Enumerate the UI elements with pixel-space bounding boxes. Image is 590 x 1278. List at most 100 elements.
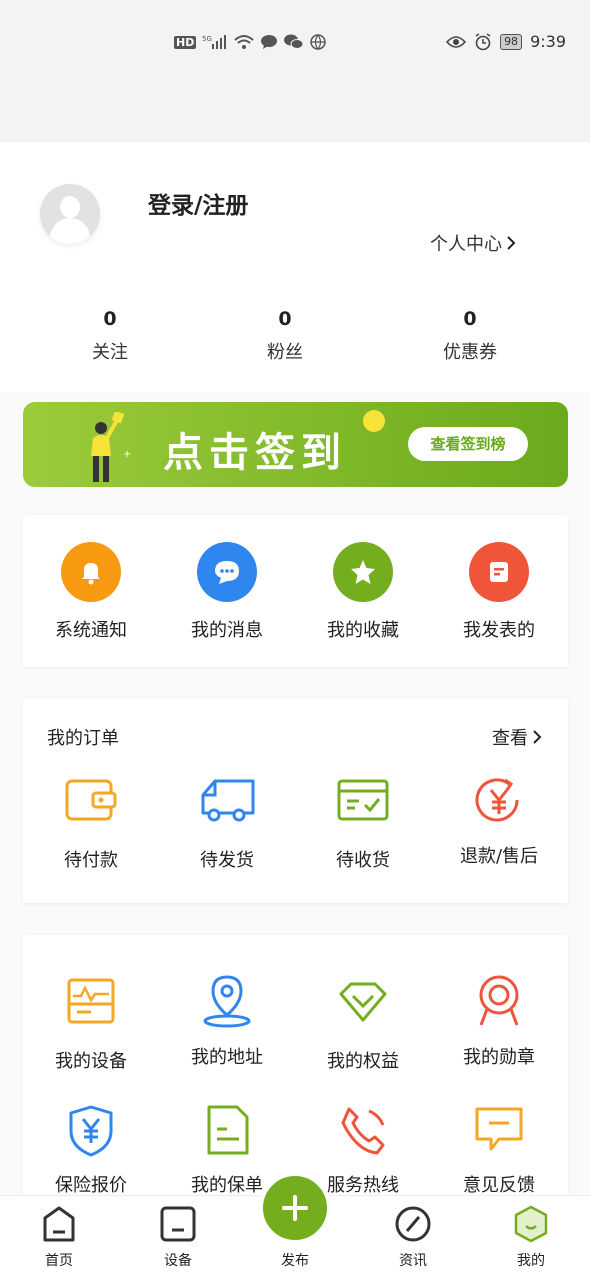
- quick-item-label: 我的消息: [191, 620, 263, 641]
- checkin-banner[interactable]: + + 点击签到 查看签到榜: [23, 402, 568, 487]
- clock: 9:39: [530, 32, 566, 51]
- status-right: 98 9:39: [446, 32, 566, 51]
- service-item-insurance-quote[interactable]: 保险报价: [23, 1103, 159, 1195]
- stat-label: 优惠券: [443, 342, 497, 363]
- service-item-label: 我的地址: [191, 1047, 263, 1068]
- stat-follow[interactable]: 0 关注: [50, 308, 170, 364]
- orders-view-label: 查看: [492, 728, 528, 749]
- svg-text:+: +: [123, 449, 131, 460]
- stat-fans[interactable]: 0 粉丝: [225, 308, 345, 364]
- alarm-icon: [475, 32, 491, 50]
- tab-news[interactable]: 资讯: [373, 1204, 453, 1270]
- post-icon: [469, 542, 529, 602]
- tab-devices[interactable]: 设备: [138, 1204, 218, 1270]
- service-item-label: 保险报价: [55, 1175, 127, 1195]
- quick-item-messages[interactable]: 我的消息: [159, 542, 295, 642]
- chevron-right-icon: [533, 730, 542, 744]
- status-bar: HD 5G 98 9:39: [0, 0, 590, 142]
- service-item-label: 我的权益: [327, 1051, 399, 1072]
- hd-icon: HD: [174, 35, 197, 49]
- battery-indicator: 98: [500, 33, 523, 50]
- diamond-icon: [331, 973, 395, 1029]
- login-register-link[interactable]: 登录/注册: [148, 186, 248, 220]
- orders-view-link[interactable]: 查看: [492, 724, 542, 750]
- service-item-label: 我的设备: [55, 1051, 127, 1072]
- quick-item-posts[interactable]: 我发表的: [431, 542, 567, 642]
- avatar[interactable]: [40, 184, 100, 244]
- orders-title: 我的订单: [47, 728, 119, 749]
- service-item-devices[interactable]: 我的设备: [23, 973, 159, 1073]
- home-icon: [43, 1206, 75, 1242]
- sun-decoration-icon: [363, 410, 385, 432]
- quick-item-label: 系统通知: [55, 620, 127, 641]
- wallet-icon: [59, 772, 123, 828]
- tab-label: 首页: [45, 1253, 73, 1269]
- chat-icon: [197, 542, 257, 602]
- compass-icon: [395, 1206, 431, 1242]
- order-item-label: 待发货: [200, 850, 254, 871]
- girl-illustration-icon: + +: [91, 412, 131, 482]
- location-icon: [195, 973, 259, 1029]
- box-icon: [331, 772, 395, 828]
- tab-mine[interactable]: 我的: [491, 1204, 571, 1270]
- message-icon: [261, 35, 278, 49]
- profile-tab-icon: [514, 1205, 548, 1243]
- stat-value: 0: [103, 308, 117, 330]
- order-item-label: 退款/售后: [459, 846, 539, 867]
- order-item-pending-shipment[interactable]: 待发货: [159, 772, 295, 872]
- device-tab-icon: [160, 1206, 196, 1242]
- shield-yen-icon: [59, 1103, 123, 1159]
- service-item-rights[interactable]: 我的权益: [295, 973, 431, 1073]
- service-item-label: 我的勋章: [463, 1047, 535, 1068]
- star-icon: [333, 542, 393, 602]
- tab-label: 设备: [164, 1253, 192, 1269]
- phone-icon: [331, 1103, 395, 1159]
- stat-label: 关注: [92, 342, 128, 363]
- personal-center-link[interactable]: 个人中心: [430, 230, 516, 256]
- medal-icon: [467, 973, 531, 1029]
- chevron-right-icon: [507, 236, 516, 250]
- orders-card: 我的订单 查看 待付款 待发货 待收货 退款/售后: [23, 698, 568, 903]
- feedback-icon: [467, 1103, 531, 1159]
- view-ranking-button[interactable]: 查看签到榜: [408, 427, 528, 461]
- service-item-label: 意见反馈: [463, 1175, 535, 1195]
- quick-item-favorites[interactable]: 我的收藏: [295, 542, 431, 642]
- wifi-icon: [234, 35, 255, 49]
- tab-label: 我的: [517, 1253, 545, 1269]
- eye-icon: [446, 35, 467, 48]
- plus-icon: [282, 1195, 308, 1221]
- order-item-pending-receipt[interactable]: 待收货: [295, 772, 431, 872]
- bell-icon: [61, 542, 121, 602]
- personal-center-label: 个人中心: [430, 234, 502, 255]
- svg-text:5G: 5G: [202, 35, 212, 43]
- truck-icon: [195, 772, 259, 828]
- order-item-label: 待收货: [336, 850, 390, 871]
- order-item-label: 待付款: [64, 850, 118, 871]
- quick-actions-card: 系统通知 我的消息 我的收藏 我发表的: [23, 515, 568, 667]
- profile-header: 登录/注册 个人中心 0 关注 0 粉丝 0 优惠券: [0, 142, 590, 392]
- order-item-refund[interactable]: 退款/售后: [431, 772, 567, 868]
- 5g-signal-icon: 5G: [202, 35, 227, 49]
- quick-item-notifications[interactable]: 系统通知: [23, 542, 159, 642]
- browser-icon: [310, 34, 327, 50]
- banner-title: 点击签到: [163, 430, 347, 476]
- refund-icon: [467, 772, 531, 828]
- service-item-feedback[interactable]: 意见反馈: [431, 1103, 567, 1195]
- quick-item-label: 我的收藏: [327, 620, 399, 641]
- services-card: 我的设备 我的地址 我的权益 我的勋章 保险报价 我的保单 服务热线 意见反馈: [23, 935, 568, 1195]
- status-left-icons: HD 5G: [174, 34, 327, 50]
- document-icon: [195, 1103, 259, 1159]
- wechat-icon: [284, 34, 304, 49]
- stat-value: 0: [463, 308, 477, 330]
- device-icon: [59, 973, 123, 1029]
- service-item-medals[interactable]: 我的勋章: [431, 973, 567, 1069]
- service-item-address[interactable]: 我的地址: [159, 973, 295, 1069]
- order-item-pending-payment[interactable]: 待付款: [23, 772, 159, 872]
- main-content: 登录/注册 个人中心 0 关注 0 粉丝 0 优惠券 + +: [0, 142, 590, 1195]
- stat-label: 粉丝: [267, 342, 303, 363]
- tab-home[interactable]: 首页: [19, 1204, 99, 1270]
- stat-coupons[interactable]: 0 优惠券: [410, 308, 530, 364]
- publish-button[interactable]: [259, 1172, 331, 1244]
- quick-item-label: 我发表的: [463, 620, 535, 641]
- publish-label: 发布: [281, 1253, 309, 1269]
